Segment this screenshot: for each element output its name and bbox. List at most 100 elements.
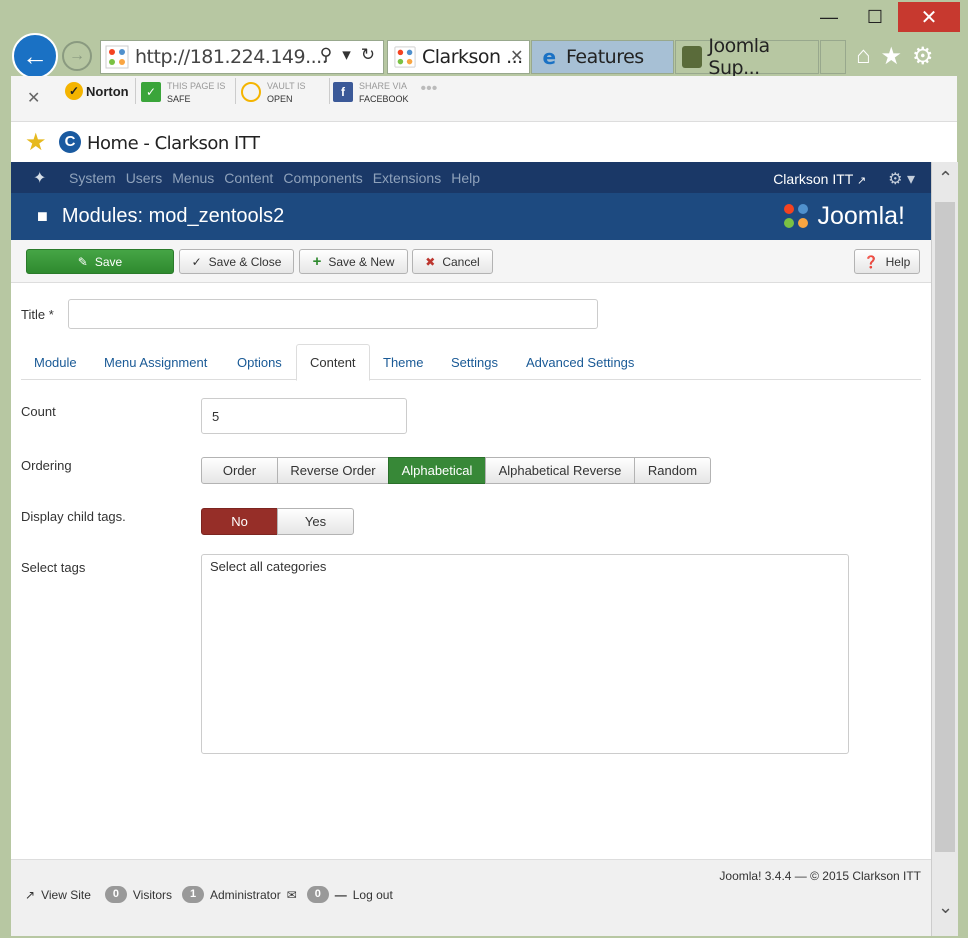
joomla-menu-icon[interactable]: ✦	[33, 168, 59, 188]
refresh-icon[interactable]: ↻	[361, 45, 375, 65]
view-site-link[interactable]: View Site	[41, 888, 91, 902]
ordering-option-alphabetical-reverse[interactable]: Alphabetical Reverse	[485, 457, 635, 484]
page-safe-indicator[interactable]: ✓ THIS PAGE IS SAFE	[141, 80, 225, 106]
form-tabs: Module Menu Assignment Options Content T…	[21, 344, 921, 381]
ordering-label: Ordering	[21, 458, 72, 473]
tab-label: Clarkson ...	[422, 46, 523, 68]
external-link-icon: ↗	[25, 887, 36, 902]
favorite-home-link[interactable]: Home - Clarkson ITT	[87, 133, 260, 154]
admin-menu-bar: ✦ System Users Menus Content Components …	[11, 162, 931, 193]
tab-settings[interactable]: Settings	[438, 344, 511, 380]
tab-advanced-settings[interactable]: Advanced Settings	[513, 344, 647, 380]
menu-help[interactable]: Help	[451, 170, 480, 186]
page-title: Modules: mod_zentools2	[61, 205, 285, 227]
ordering-option-alphabetical[interactable]: Alphabetical	[388, 457, 486, 484]
tab-joomla-support[interactable]: Joomla Sup...	[675, 35, 819, 79]
tab-features[interactable]: e Features	[531, 40, 674, 74]
back-arrow-icon[interactable]: ←	[12, 33, 58, 79]
tab-module[interactable]: Module	[21, 344, 90, 380]
copyright-text: Joomla! 3.4.4 — © 2015 Clarkson ITT	[719, 869, 921, 883]
admin-badge: 1	[182, 886, 204, 903]
help-button[interactable]: ❓ Help	[854, 249, 920, 274]
select-tags-listbox[interactable]: Select all categories	[201, 554, 849, 754]
facebook-icon: f	[333, 82, 353, 102]
scrollbar-thumb[interactable]	[935, 202, 955, 852]
action-toolbar: ✎ Save ✓ Save & Close + Save & New ✖ Can…	[11, 240, 931, 283]
count-input[interactable]: 5	[201, 398, 407, 434]
menu-system[interactable]: System	[69, 170, 116, 186]
home-icon[interactable]: ⌂	[856, 42, 871, 71]
site-link[interactable]: Clarkson ITT ↗	[773, 171, 866, 187]
cancel-button[interactable]: ✖ Cancel	[412, 249, 493, 274]
favorites-bar: ★ C Home - Clarkson ITT	[11, 122, 957, 162]
browser-window: — ☐ ✕ ← → http://181.224.149.... ⚲ ▾ ↻ C…	[0, 0, 968, 938]
tab-options[interactable]: Options	[224, 344, 295, 380]
more-dots-icon[interactable]: •••	[421, 80, 438, 98]
status-footer: Joomla! 3.4.4 — © 2015 Clarkson ITT ↗ Vi…	[11, 859, 931, 936]
ie-icon: e	[542, 45, 556, 69]
count-label: Count	[21, 404, 56, 419]
cancel-circle-icon: ✖	[425, 254, 436, 269]
menu-menus[interactable]: Menus	[172, 170, 214, 186]
tab-label: Features	[566, 46, 644, 68]
vault-indicator[interactable]: VAULT IS OPEN	[241, 80, 306, 106]
tab-content[interactable]: Content	[296, 344, 370, 381]
messages-badge: 0	[306, 886, 329, 903]
joomla-support-icon	[682, 46, 703, 68]
settings-gear-icon[interactable]: ⚙	[912, 42, 934, 71]
question-circle-icon: ❓	[863, 254, 879, 269]
site-favicon-icon: C	[59, 131, 81, 153]
favorites-star-icon[interactable]: ★	[881, 42, 903, 71]
tab-clarkson[interactable]: Clarkson ... ✕	[387, 40, 530, 74]
forward-arrow-icon[interactable]: →	[62, 41, 92, 71]
tab-label: Joomla Sup...	[708, 35, 770, 79]
minimize-icon[interactable]: —	[806, 2, 852, 32]
maximize-icon[interactable]: ☐	[852, 2, 898, 32]
child-tags-radio-group: No Yes	[201, 508, 354, 535]
search-icon[interactable]: ⚲	[320, 45, 332, 65]
tab-theme[interactable]: Theme	[370, 344, 436, 380]
child-tags-option-no[interactable]: No	[201, 508, 278, 535]
url-text[interactable]: http://181.224.149....	[135, 46, 328, 68]
add-favorite-star-icon[interactable]: ★	[25, 128, 47, 157]
ordering-option-order[interactable]: Order	[201, 457, 278, 484]
scroll-up-icon[interactable]: ⌃	[932, 168, 959, 189]
menu-users[interactable]: Users	[126, 170, 163, 186]
user-settings-gear-icon[interactable]: ⚙ ▾	[888, 169, 915, 189]
check-icon: ✓	[191, 254, 202, 269]
child-tags-label: Display child tags.	[21, 509, 126, 524]
close-toolbar-icon[interactable]: ✕	[27, 88, 40, 108]
envelope-icon[interactable]: ✉	[287, 888, 297, 902]
page-viewport: ✦ System Users Menus Content Components …	[11, 162, 931, 936]
tab-menu-assignment[interactable]: Menu Assignment	[91, 344, 220, 380]
scroll-down-icon[interactable]: ⌄	[932, 897, 959, 918]
vault-icon	[241, 82, 261, 102]
title-input[interactable]	[68, 299, 598, 329]
close-tab-icon[interactable]: ✕	[510, 46, 523, 65]
norton-check-icon: ✓	[65, 82, 83, 100]
edit-icon: ✎	[77, 254, 88, 269]
external-link-icon: ↗	[856, 175, 867, 187]
module-cube-icon: ■	[37, 206, 48, 226]
safe-check-icon: ✓	[141, 82, 161, 102]
save-new-button[interactable]: + Save & New	[299, 249, 408, 274]
norton-logo[interactable]: ✓ Norton	[65, 80, 129, 100]
logout-link[interactable]: Log out	[353, 888, 393, 902]
ordering-option-reverse-order[interactable]: Reverse Order	[277, 457, 389, 484]
new-tab-button[interactable]	[820, 40, 846, 74]
child-tags-option-yes[interactable]: Yes	[277, 508, 354, 535]
menu-extensions[interactable]: Extensions	[373, 170, 441, 186]
dropdown-icon[interactable]: ▾	[342, 45, 351, 65]
vertical-scrollbar[interactable]: ⌃ ⌄	[931, 162, 958, 936]
share-facebook[interactable]: f SHARE VIA FACEBOOK •••	[333, 80, 437, 106]
close-window-icon[interactable]: ✕	[898, 2, 960, 32]
save-button[interactable]: ✎ Save	[26, 249, 174, 274]
page-header: ■ Modules: mod_zentools2 Joomla!	[11, 193, 931, 240]
menu-components[interactable]: Components	[283, 170, 362, 186]
select-tags-label: Select tags	[21, 560, 86, 575]
menu-content[interactable]: Content	[224, 170, 273, 186]
save-close-button[interactable]: ✓ Save & Close	[179, 249, 294, 274]
tags-option-all[interactable]: Select all categories	[210, 559, 326, 574]
ordering-option-random[interactable]: Random	[634, 457, 711, 484]
address-bar[interactable]: http://181.224.149.... ⚲ ▾ ↻	[100, 40, 384, 74]
